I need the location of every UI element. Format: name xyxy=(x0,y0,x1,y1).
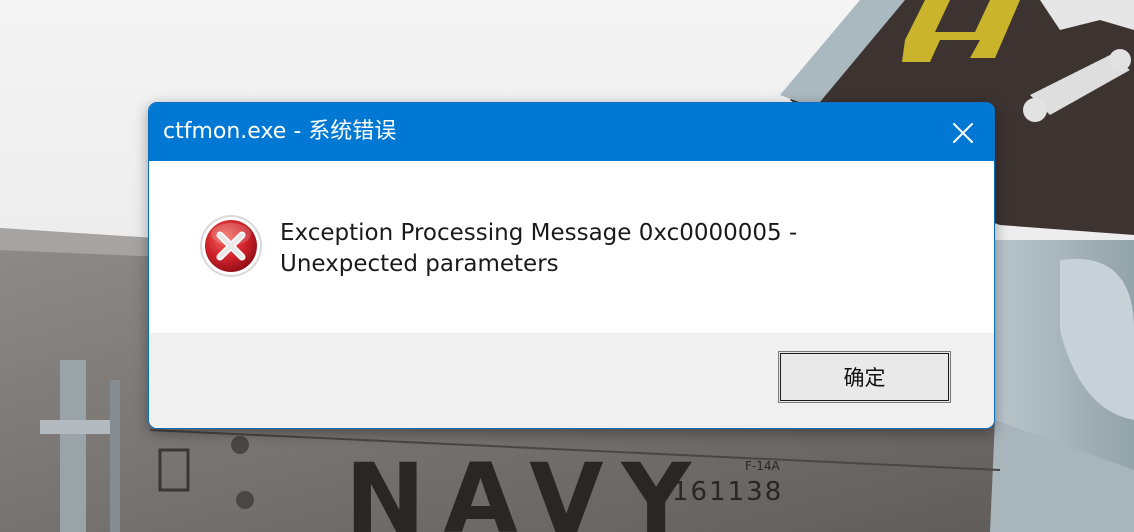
error-icon xyxy=(200,215,262,277)
desktop: NAVY 161138 F-14A ctfmon.exe - 系统错误 Exce… xyxy=(0,0,1134,532)
close-icon xyxy=(953,123,973,143)
dialog-titlebar: ctfmon.exe - 系统错误 xyxy=(149,103,994,161)
error-message: Exception Processing Message 0xc0000005 … xyxy=(280,220,798,277)
dialog-title: ctfmon.exe - 系统错误 xyxy=(163,119,397,144)
close-button[interactable] xyxy=(944,114,982,152)
svg-text:NAVY: NAVY xyxy=(345,443,709,532)
svg-text:161138: 161138 xyxy=(672,477,783,507)
error-dialog: ctfmon.exe - 系统错误 Exception Processing M… xyxy=(148,102,995,429)
ok-button[interactable]: 确定 xyxy=(778,351,951,403)
dialog-footer: 确定 xyxy=(149,333,994,428)
svg-text:F-14A: F-14A xyxy=(745,459,781,473)
dialog-body: Exception Processing Message 0xc0000005 … xyxy=(149,161,994,333)
